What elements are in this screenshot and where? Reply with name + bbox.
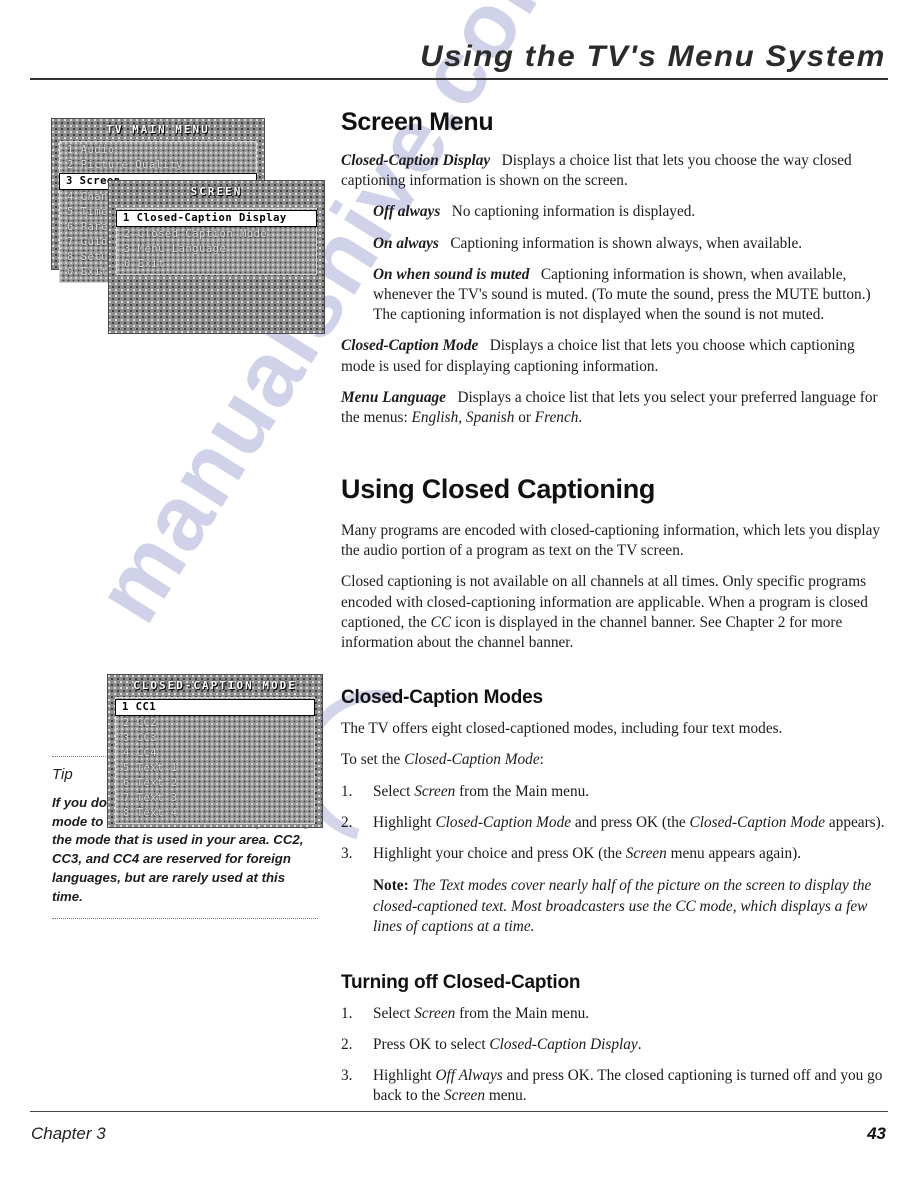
cc-modes-step-2-part-c: and press OK (the bbox=[571, 813, 690, 831]
cc-modes-intro: The TV offers eight closed-captioned mod… bbox=[341, 720, 783, 738]
cc-modes-step-2-number: 2. bbox=[341, 813, 353, 831]
tv-screen-menu-list: 1 Closed-Caption Display 2 Closed-Captio… bbox=[116, 208, 317, 275]
turning-off-steps: 1. Select Screen from the Main menu. 2. Pr… bbox=[341, 1004, 887, 1107]
turning-off-step-3-part-d: Screen bbox=[443, 1087, 485, 1105]
tv-screen-menu-item-cc-display[interactable]: 1 Closed-Caption Display bbox=[116, 210, 317, 227]
tv-cc-mode-item-cc4[interactable]: 4 CC4 bbox=[116, 746, 314, 761]
tv-main-menu-item-picture-quality[interactable]: 2 Picture Quality bbox=[60, 158, 256, 173]
menu-language-period: . bbox=[578, 408, 583, 426]
to-set-suffix: : bbox=[539, 751, 544, 769]
tv-cc-mode-item-text2[interactable]: 6 Text 2 bbox=[116, 776, 314, 791]
cc-modes-step-1: 1. Select Screen from the Main menu. bbox=[341, 782, 887, 802]
tv-cc-mode-item-cc3[interactable]: 3 CC3 bbox=[116, 731, 314, 746]
cc-modes-step-2: 2. Highlight Closed-Caption Mode and pres… bbox=[341, 813, 887, 833]
tv-cc-mode-menu-graphic: CLOSED-CAPTION MODE 1 CC1 2 CC2 3 CC3 4 … bbox=[108, 675, 322, 827]
cc-modes-step-3-number: 3. bbox=[341, 844, 353, 862]
tv-main-menu-item-audio[interactable]: 1 Audio bbox=[60, 143, 256, 158]
cc-modes-step-1-part-a: Select bbox=[373, 782, 415, 800]
tv-cc-mode-menu-title: CLOSED-CAPTION MODE bbox=[133, 679, 297, 692]
turning-off-step-2: 2. Press OK to select Closed-Caption Disp… bbox=[341, 1035, 887, 1055]
turning-off-step-3-part-b: Off Always bbox=[435, 1066, 503, 1084]
option-on-when-muted: On when sound is muted Captioning inform… bbox=[373, 265, 887, 326]
tv-screen-menu-item-cc-mode[interactable]: 2 Closed-Caption Mode bbox=[117, 227, 316, 242]
cc-modes-note-text: The Text modes cover nearly half of the … bbox=[373, 877, 872, 936]
tv-cc-mode-menu-list: 1 CC1 2 CC2 3 CC3 4 CC4 5 Text 1 6 Text … bbox=[115, 697, 315, 824]
option-off-always-text: No captioning information is displayed. bbox=[451, 203, 696, 221]
turning-off-step-3-part-e: menu. bbox=[485, 1087, 527, 1105]
page-header-title: Using the TV's Menu System bbox=[420, 40, 886, 73]
cc-modes-note: Note: The Text modes cover nearly half o… bbox=[373, 876, 887, 937]
cc-modes-step-3-part-a: Highlight your choice and press OK (the bbox=[373, 844, 626, 862]
tip-bottom-rule bbox=[52, 918, 318, 920]
menu-language-langs: English, Spanish bbox=[411, 408, 515, 426]
main-column: Screen Menu Closed-Caption Display Displ… bbox=[341, 108, 887, 1117]
cc-modes-step-3: 3. Highlight your choice and press OK (th… bbox=[341, 844, 887, 864]
using-cc-heading: Using Closed Captioning bbox=[341, 474, 656, 505]
using-cc-paragraph-2: Closed captioning is not available on al… bbox=[341, 572, 887, 653]
cc-display-paragraph: Closed-Caption Display Displays a choice… bbox=[341, 151, 887, 191]
tv-cc-mode-item-text1[interactable]: 5 Text 1 bbox=[116, 761, 314, 776]
footer-chapter-label: Chapter 3 bbox=[31, 1124, 106, 1143]
turning-off-step-1-number: 1. bbox=[341, 1004, 353, 1022]
turning-off-step-3: 3. Highlight Off Always and press OK. The… bbox=[341, 1066, 887, 1106]
tv-cc-mode-item-cc1[interactable]: 1 CC1 bbox=[115, 699, 315, 716]
using-cc-paragraph-1: Many programs are encoded with closed-ca… bbox=[341, 522, 881, 560]
cc-modes-step-1-part-b: Screen bbox=[414, 782, 456, 800]
tv-cc-mode-item-text4[interactable]: 8 Text 4 bbox=[116, 806, 314, 821]
to-set-prefix: To set the bbox=[341, 751, 405, 769]
option-on-always-text: Captioning information is shown always, … bbox=[450, 234, 803, 252]
screen-menu-heading: Screen Menu bbox=[341, 108, 494, 136]
menu-language-last-lang: French bbox=[534, 408, 579, 426]
turning-off-step-1-part-a: Select bbox=[373, 1004, 415, 1022]
cc-modes-steps: 1. Select Screen from the Main menu. 2. Hi… bbox=[341, 782, 887, 865]
cc-modes-step-1-part-c: from the Main menu. bbox=[455, 782, 590, 800]
cc-modes-step-2-part-a: Highlight bbox=[373, 813, 436, 831]
menu-language-lead: Menu Language bbox=[341, 388, 446, 406]
menu-language-conj: or bbox=[514, 408, 535, 426]
turning-off-step-3-number: 3. bbox=[341, 1066, 353, 1084]
to-set-italic: Closed-Caption Mode bbox=[404, 751, 540, 769]
cc-mode-paragraph: Closed-Caption Mode Displays a choice li… bbox=[341, 336, 887, 376]
tv-cc-mode-item-text3[interactable]: 7 Text 3 bbox=[116, 791, 314, 806]
turning-off-step-2-number: 2. bbox=[341, 1035, 353, 1053]
cc-modes-step-2-part-e: appears). bbox=[825, 813, 885, 831]
tv-screen-menu-title: SCREEN bbox=[190, 185, 243, 198]
cc-modes-step-3-part-b: Screen bbox=[625, 844, 667, 862]
footer-page-number: 43 bbox=[867, 1124, 886, 1143]
option-on-always: On always Captioning information is show… bbox=[373, 234, 887, 254]
cc-modes-step-3-part-c: menu appears again). bbox=[666, 844, 802, 862]
cc-mode-lead: Closed-Caption Mode bbox=[341, 337, 479, 355]
tv-screen-menu-graphic: SCREEN 1 Closed-Caption Display 2 Closed… bbox=[109, 181, 324, 333]
cc-modes-step-1-number: 1. bbox=[341, 782, 353, 800]
menu-language-paragraph: Menu Language Displays a choice list tha… bbox=[341, 388, 887, 428]
turning-off-step-2-part-c: . bbox=[637, 1035, 642, 1053]
turning-off-step-1: 1. Select Screen from the Main menu. bbox=[341, 1004, 887, 1024]
turning-off-step-1-part-c: from the Main menu. bbox=[455, 1004, 590, 1022]
option-on-when-muted-lead: On when sound is muted bbox=[373, 265, 530, 283]
using-cc-p2-italic: CC bbox=[430, 613, 452, 631]
cc-modes-heading: Closed-Caption Modes bbox=[341, 687, 543, 709]
turning-off-step-3-part-a: Highlight bbox=[373, 1066, 436, 1084]
option-off-always: Off always No captioning information is … bbox=[373, 202, 887, 222]
turning-off-step-1-part-b: Screen bbox=[414, 1004, 456, 1022]
tv-main-menu-title: TV MAIN MENU bbox=[106, 123, 210, 136]
cc-modes-step-2-part-b: Closed-Caption Mode bbox=[435, 813, 572, 831]
header-divider bbox=[30, 78, 888, 80]
option-on-always-lead: On always bbox=[373, 234, 439, 252]
turning-off-step-2-part-a: Press OK to select bbox=[373, 1035, 490, 1053]
cc-display-lead: Closed-Caption Display bbox=[341, 152, 491, 169]
manual-page: Using the TV's Menu System TV MAIN MENU … bbox=[0, 0, 918, 1188]
tv-screen-menu-item-menu-language[interactable]: 3 Menu Language bbox=[117, 242, 316, 257]
turning-off-heading: Turning off Closed-Caption bbox=[341, 971, 581, 993]
cc-modes-note-label: Note: bbox=[373, 877, 409, 895]
tv-cc-mode-item-cc2[interactable]: 2 CC2 bbox=[116, 716, 314, 731]
cc-modes-to-set: To set the Closed-Caption Mode: bbox=[341, 750, 887, 770]
cc-modes-step-2-part-d: Closed-Caption Mode bbox=[689, 813, 826, 831]
tv-screen-menu-item-exit[interactable]: 0 Exit bbox=[117, 257, 316, 272]
option-off-always-lead: Off always bbox=[373, 203, 441, 221]
footer-divider bbox=[30, 1111, 888, 1112]
turning-off-step-2-part-b: Closed-Caption Display bbox=[489, 1035, 638, 1053]
